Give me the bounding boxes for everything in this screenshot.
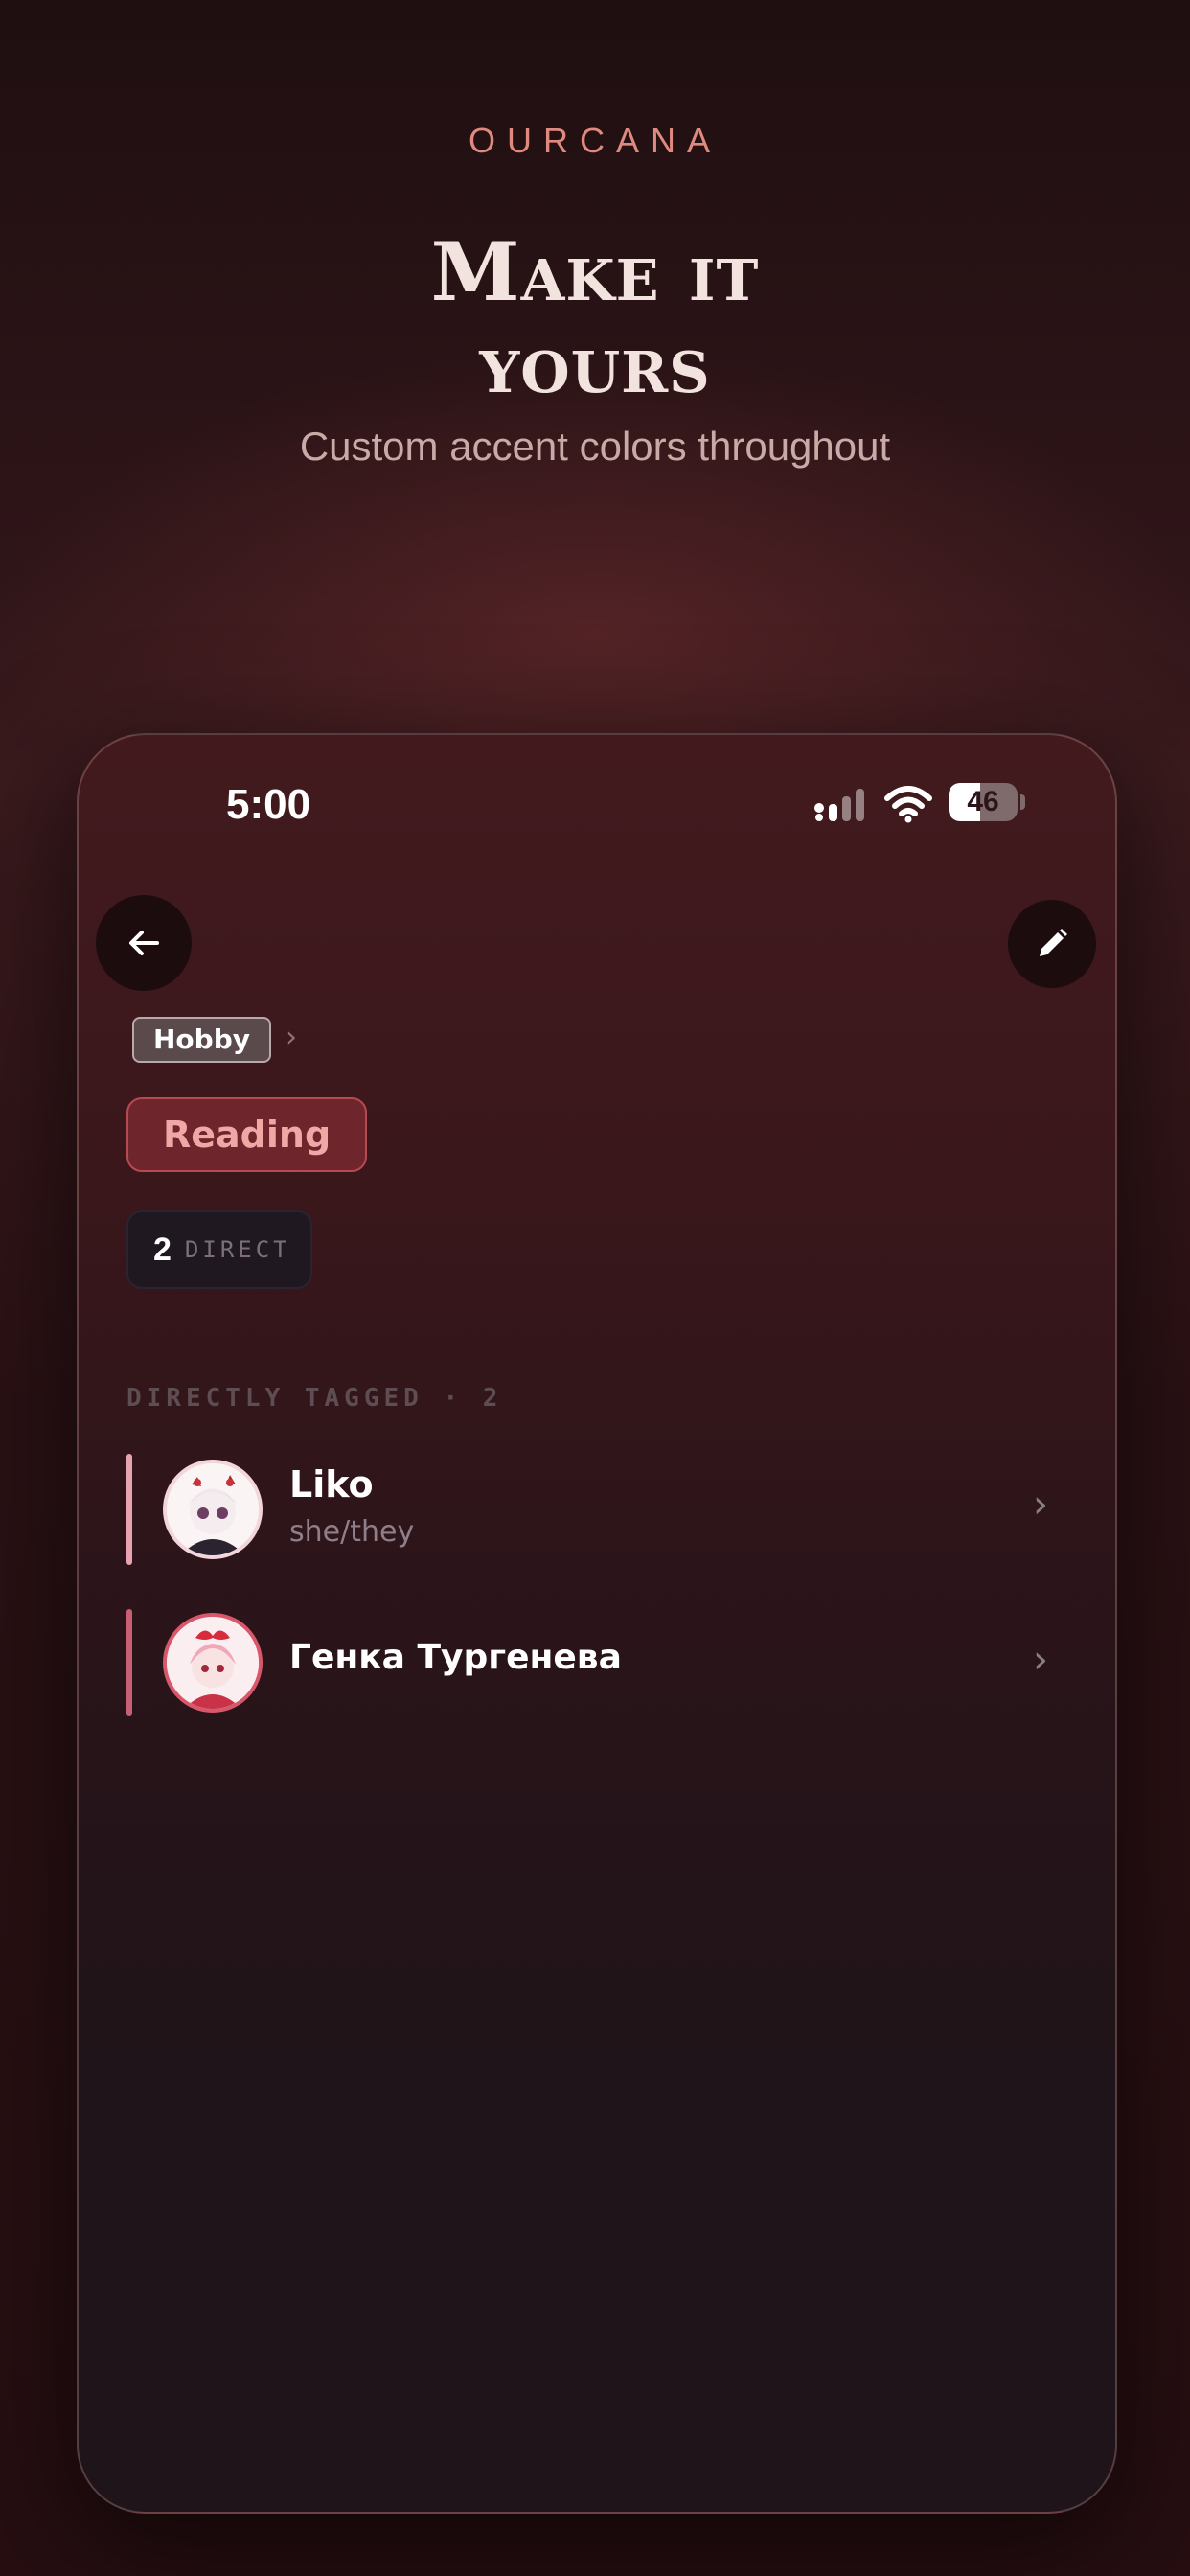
status-time: 5:00 xyxy=(226,781,311,828)
avatar xyxy=(163,1613,263,1713)
member-pronouns: she/they xyxy=(289,1515,415,1549)
wifi-icon xyxy=(884,786,932,823)
member-row[interactable]: Генка Тургенева › xyxy=(126,1609,1085,1716)
chevron-right-icon: › xyxy=(1033,1638,1048,1682)
cellular-signal-icon xyxy=(814,789,864,821)
section-title: DIRECTLY TAGGED · 2 xyxy=(126,1384,503,1413)
pencil-icon xyxy=(1040,929,1067,956)
parent-tag-chip[interactable]: Hobby xyxy=(132,1017,272,1063)
direct-count-card: 2 DIRECT xyxy=(126,1210,312,1289)
subtitle: Custom accent colors throughout xyxy=(299,424,891,469)
headline-line-2: yours xyxy=(479,316,711,411)
member-name: Liko xyxy=(289,1463,374,1506)
battery-nub xyxy=(1020,794,1025,810)
member-avatar-image xyxy=(167,1617,259,1709)
avatar xyxy=(163,1460,263,1559)
member-row[interactable]: Liko she/they › xyxy=(126,1454,1085,1565)
edit-button[interactable] xyxy=(1008,900,1096,988)
chevron-right-icon: › xyxy=(1033,1483,1048,1527)
headline: Make it yours xyxy=(0,226,1190,410)
member-name: Генка Тургенева xyxy=(289,1638,622,1677)
back-button[interactable] xyxy=(96,895,192,991)
tag-name-badge: Reading xyxy=(126,1097,368,1172)
phone-frame: 5:00 46 Hobby › Reading 2 DIRECT DIRECTL… xyxy=(77,733,1117,2514)
breadcrumb-chevron-icon: › xyxy=(286,1021,297,1054)
accent-bar xyxy=(126,1609,132,1716)
arrow-left-icon xyxy=(129,931,159,955)
headline-line-1: Make it xyxy=(430,224,760,319)
direct-count-value: 2 xyxy=(153,1230,172,1268)
direct-count-label: DIRECT xyxy=(184,1236,291,1263)
member-avatar-image xyxy=(167,1463,259,1555)
accent-bar xyxy=(126,1454,132,1565)
battery-indicator: 46 xyxy=(949,783,1018,821)
brand-title: OURCANA xyxy=(468,121,722,160)
